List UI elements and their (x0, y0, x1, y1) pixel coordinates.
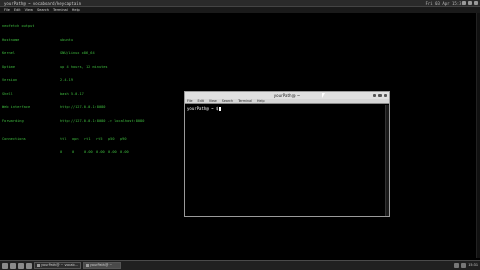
background-scrollbar[interactable] (476, 13, 480, 258)
stats-label: Connections (2, 136, 26, 141)
shell-prompt: yourPath@ ~ $ (187, 106, 383, 111)
terminal-output: neofetch output Hostname ubuntu Kernel GNU… (2, 15, 144, 164)
background-title: yourPath@ ~ vocaboard/keycaptain (4, 1, 82, 6)
output-row: Kernel GNU/Linux x86_64 (2, 51, 95, 55)
background-titlebar[interactable]: yourPath@ ~ vocaboard/keycaptain Fri 03 … (0, 0, 480, 7)
taskbar: yourPath@ ~ vocab... yourPath@ ~ 15:31 (0, 260, 480, 270)
menu-view[interactable]: View (25, 7, 33, 13)
output-row: Shell bash 5.0.17 (2, 91, 84, 96)
window-titlebar[interactable]: yourPath@ ~ (185, 92, 389, 99)
text-cursor (219, 106, 222, 111)
menu-help[interactable]: Help (72, 7, 80, 13)
menu-search[interactable]: Search (37, 7, 49, 13)
terminal-launcher-icon[interactable] (26, 262, 32, 269)
menu-edit[interactable]: Edit (14, 7, 21, 13)
output-row: Hostname ubuntu (2, 37, 73, 42)
menu-file[interactable]: File (187, 99, 193, 103)
window-title: yourPath@ ~ (273, 93, 301, 98)
close-icon[interactable] (474, 1, 478, 5)
taskbar-item-foreground-terminal[interactable]: yourPath@ ~ (82, 262, 121, 269)
close-icon[interactable] (383, 93, 387, 97)
menu-launcher-icon[interactable] (2, 262, 8, 269)
taskbar-clock[interactable]: 15:31 (468, 262, 478, 269)
terminal-body[interactable]: yourPath@ ~ $ (185, 105, 385, 216)
mouse-pointer-icon (322, 93, 328, 98)
minimize-icon[interactable] (462, 1, 466, 5)
background-menubar: File Edit View Search Terminal Help (0, 7, 480, 13)
menu-help[interactable]: Help (257, 99, 265, 103)
minimize-icon[interactable] (372, 93, 376, 97)
taskbar-item-background-terminal[interactable]: yourPath@ ~ vocab... (34, 262, 81, 269)
foreground-terminal-window[interactable]: yourPath@ ~ File Edit View Search Termin… (184, 91, 390, 217)
output-row: Web interface http://127.0.0.1:8080 (2, 105, 106, 109)
menu-file[interactable]: File (4, 7, 10, 13)
stats-headers: ttl opn rt1 rt5 p50 p90 (60, 136, 127, 141)
stats-values: 0 0 0.00 0.00 0.00 0.00 (60, 150, 129, 154)
window-scrollbar[interactable] (385, 105, 389, 216)
menu-view[interactable]: View (209, 99, 217, 103)
maximize-icon[interactable] (378, 93, 382, 97)
output-row: Forwarding http://127.0.0.1:8080 -> local… (2, 118, 145, 123)
terminal-icon (85, 264, 89, 267)
output-header: neofetch output (2, 24, 35, 28)
stats-row: Connections ttl opn rt1 rt5 p50 p90 (2, 137, 144, 142)
stats-values-row: 0 0 0.00 0.00 0.00 0.00 (2, 150, 144, 155)
browser-icon[interactable] (18, 262, 24, 269)
top-clock: Fri 03 Apr 15:31 (425, 1, 464, 6)
maximize-icon[interactable] (468, 1, 472, 5)
network-icon[interactable] (454, 263, 460, 268)
menu-terminal[interactable]: Terminal (238, 99, 252, 103)
menu-edit[interactable]: Edit (198, 99, 204, 103)
terminal-icon (37, 264, 40, 267)
window-controls (462, 1, 478, 5)
window-menubar: File Edit View Search Terminal Help (185, 99, 389, 104)
file-manager-icon[interactable] (10, 262, 16, 269)
menu-terminal[interactable]: Terminal (53, 7, 68, 13)
output-row: Version 2.4.19 (2, 78, 73, 82)
menu-search[interactable]: Search (222, 99, 233, 103)
prompt-text: yourPath@ ~ $ (187, 106, 219, 111)
window-controls (372, 93, 387, 97)
system-tray: 15:31 (454, 262, 478, 269)
output-row: Uptime up 4 hours, 12 minutes (2, 64, 108, 69)
volume-icon[interactable] (461, 263, 467, 268)
